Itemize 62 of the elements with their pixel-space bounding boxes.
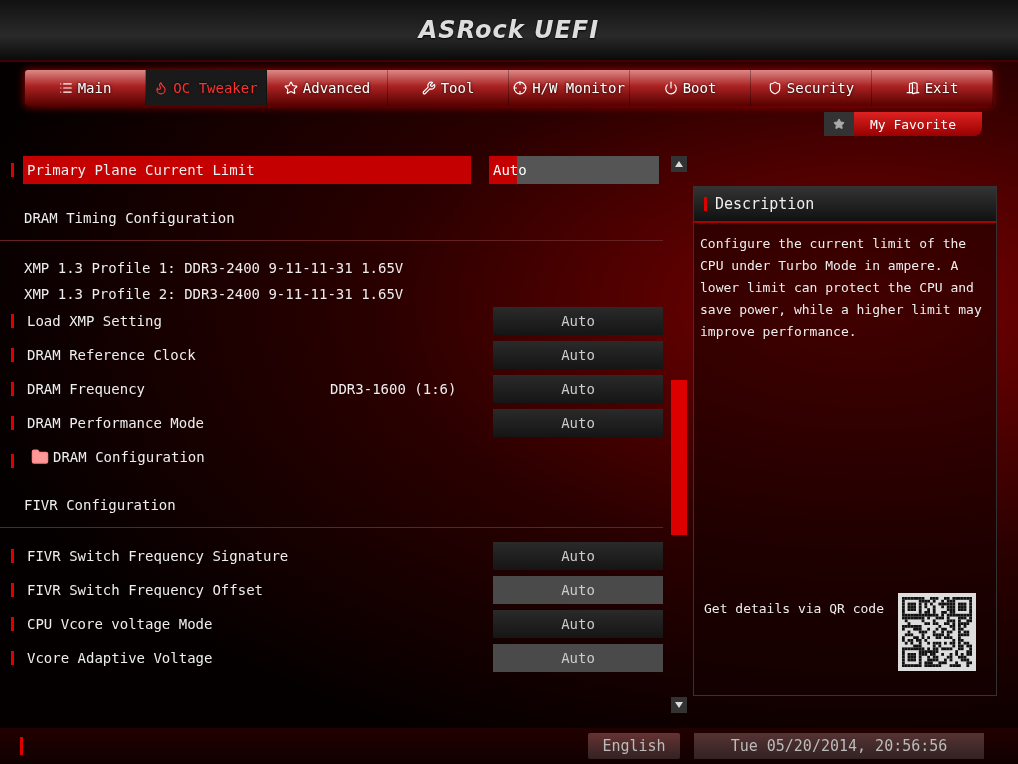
row-marker bbox=[11, 382, 14, 396]
app-title: ASRock UEFI bbox=[418, 16, 600, 44]
title-marker bbox=[704, 197, 707, 211]
menu-tab[interactable]: OC Tweaker bbox=[146, 70, 267, 106]
section-heading: DRAM Timing Configuration bbox=[0, 196, 663, 241]
language-button[interactable]: English bbox=[588, 733, 680, 759]
setting-label[interactable]: DRAM Performance Mode bbox=[23, 409, 204, 437]
favorite-star-button[interactable] bbox=[823, 112, 854, 136]
list-icon bbox=[58, 81, 73, 95]
date-time: Tue 05/20/2014, 20:56:56 bbox=[694, 733, 984, 759]
star-icon bbox=[283, 81, 298, 95]
menu-tab[interactable]: Boot bbox=[630, 70, 751, 106]
description-text: Configure the current limit of the CPU under Turbo Mode in ampere. A lower limit can protect the CPU and save power, while a higher limit may improve performance. bbox=[699, 235, 983, 341]
setting-value[interactable]: Auto bbox=[489, 156, 659, 184]
menu-tab[interactable]: Security bbox=[751, 70, 872, 106]
setting-label[interactable]: DRAM Frequency bbox=[23, 375, 145, 403]
row-marker bbox=[11, 651, 14, 665]
crosshair-icon bbox=[513, 81, 528, 95]
panel-title: Description bbox=[715, 195, 815, 213]
setting-value[interactable]: Auto bbox=[493, 307, 663, 335]
folder-icon bbox=[31, 448, 49, 466]
row-marker bbox=[11, 348, 14, 362]
setting-label[interactable]: DRAM Reference Clock bbox=[23, 341, 196, 369]
submenu-item[interactable]: DRAM Configuration bbox=[49, 443, 205, 471]
scroll-up-button[interactable] bbox=[671, 156, 687, 172]
scroll-down-button[interactable] bbox=[671, 697, 687, 713]
shield-icon bbox=[767, 81, 782, 95]
menu-tab[interactable]: Tool bbox=[388, 70, 509, 106]
menu-tab[interactable]: Exit bbox=[872, 70, 993, 106]
setting-label[interactable]: Primary Plane Current Limit bbox=[23, 156, 471, 184]
menu-tab[interactable]: H/W Monitor bbox=[509, 70, 630, 106]
row-marker bbox=[11, 163, 14, 177]
triangle-down-icon bbox=[675, 702, 683, 708]
qr-label: Get details via QR code bbox=[704, 601, 884, 616]
info-text: XMP 1.3 Profile 1: DDR3-2400 9-11-11-31 1.65V bbox=[23, 259, 405, 278]
door-icon bbox=[905, 81, 920, 95]
info-text: XMP 1.3 Profile 2: DDR3-2400 9-11-11-31 1.65V bbox=[23, 285, 405, 304]
setting-value[interactable]: Auto bbox=[493, 542, 663, 570]
setting-label[interactable]: FIVR Switch Frequency Signature bbox=[23, 542, 289, 570]
setting-value[interactable]: Auto bbox=[493, 341, 663, 369]
triangle-up-icon bbox=[675, 161, 683, 167]
section-heading: FIVR Configuration bbox=[0, 483, 663, 528]
star-icon bbox=[832, 118, 845, 130]
flame-icon bbox=[154, 81, 169, 95]
row-marker bbox=[11, 416, 14, 430]
row-marker bbox=[11, 549, 14, 563]
setting-value[interactable]: Auto bbox=[493, 375, 663, 403]
my-favorite-button[interactable]: My Favorite bbox=[853, 112, 982, 136]
setting-label[interactable]: CPU Vcore voltage Mode bbox=[23, 610, 213, 638]
setting-value[interactable]: Auto bbox=[493, 610, 663, 638]
wrench-icon bbox=[421, 81, 436, 95]
footer-marker bbox=[20, 737, 23, 755]
row-marker bbox=[11, 314, 14, 328]
row-marker bbox=[11, 583, 14, 597]
row-marker bbox=[11, 617, 14, 631]
row-marker bbox=[11, 454, 14, 468]
power-icon bbox=[663, 81, 678, 95]
menu-tab[interactable]: Advanced bbox=[267, 70, 388, 106]
setting-label[interactable]: Load XMP Setting bbox=[23, 307, 162, 335]
scroll-thumb[interactable] bbox=[671, 380, 687, 535]
setting-value[interactable]: Auto bbox=[493, 409, 663, 437]
setting-info: DDR3-1600 (1:6) bbox=[330, 381, 457, 397]
